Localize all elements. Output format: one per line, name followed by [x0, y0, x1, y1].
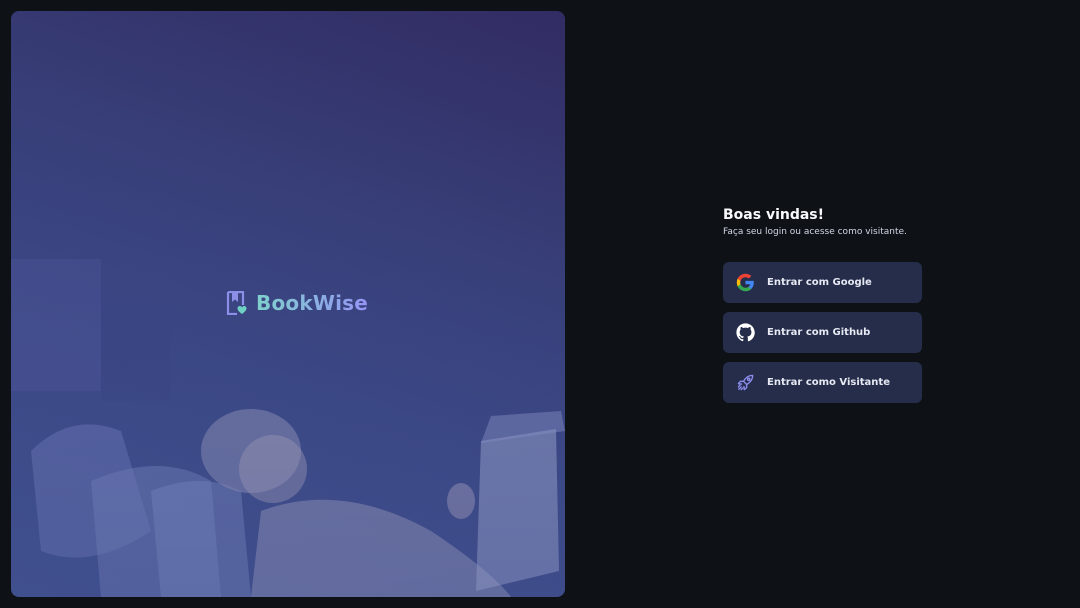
github-icon	[736, 323, 755, 342]
rocket-icon	[736, 373, 755, 392]
book-heart-icon	[226, 291, 247, 315]
brand-logo: BookWise	[226, 291, 368, 315]
github-login-label: Entrar com Github	[767, 327, 871, 338]
google-login-button[interactable]: Entrar com Google	[723, 262, 922, 303]
google-login-label: Entrar com Google	[767, 277, 872, 288]
github-login-button[interactable]: Entrar com Github	[723, 312, 922, 353]
login-page: BookWise Boas vindas! Faça seu login ou …	[0, 0, 1080, 608]
welcome-subtitle: Faça seu login ou acesse como visitante.	[723, 227, 907, 237]
welcome-title: Boas vindas!	[723, 207, 825, 223]
google-icon	[736, 273, 755, 292]
brand-name: BookWise	[256, 291, 369, 315]
login-section: Boas vindas! Faça seu login ou acesse co…	[723, 206, 922, 403]
hero-panel: BookWise	[11, 11, 565, 597]
login-options: Entrar com Google Entrar com Github Entr…	[723, 262, 922, 403]
visitor-login-label: Entrar como Visitante	[767, 377, 890, 388]
visitor-login-button[interactable]: Entrar como Visitante	[723, 362, 922, 403]
